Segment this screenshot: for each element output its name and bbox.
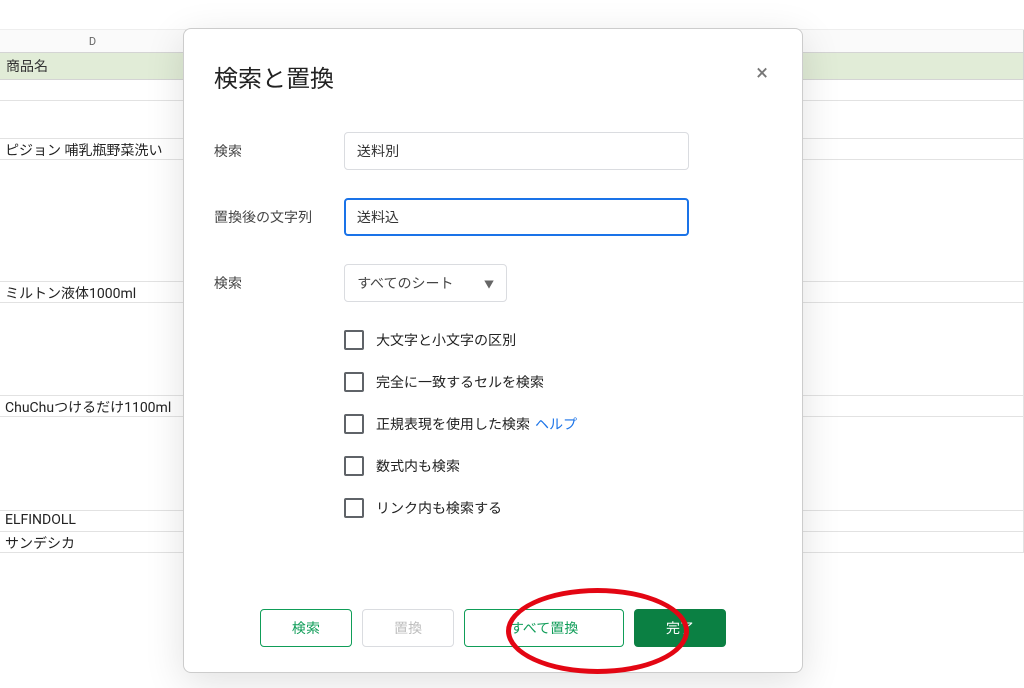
replace-label: 置換後の文字列	[214, 207, 344, 227]
match-entire-label: 完全に一致するセルを検索	[376, 372, 544, 392]
caret-down-icon: ▼	[484, 276, 494, 291]
cell[interactable]: ピジョン 哺乳瓶野菜洗い	[0, 139, 186, 160]
links-label: リンク内も検索する	[376, 498, 502, 518]
cell[interactable]: ELFINDOLL	[0, 511, 186, 532]
match-case-checkbox[interactable]	[344, 330, 364, 350]
formulas-label: 数式内も検索	[376, 456, 460, 476]
dialog-buttons: 検索 置換 すべて置換 完了	[184, 609, 802, 647]
toolbar	[0, 0, 1024, 30]
find-label: 検索	[214, 141, 344, 161]
replace-input[interactable]	[344, 198, 689, 236]
match-case-label: 大文字と小文字の区別	[376, 330, 516, 350]
dialog-title: 検索と置換	[214, 59, 334, 94]
cell[interactable]	[0, 160, 186, 282]
cell[interactable]	[0, 80, 186, 101]
cell[interactable]	[0, 417, 186, 511]
match-entire-checkbox[interactable]	[344, 372, 364, 392]
cell[interactable]	[0, 303, 186, 396]
replace-all-button[interactable]: すべて置換	[464, 609, 624, 647]
links-checkbox[interactable]	[344, 498, 364, 518]
close-icon[interactable]: ×	[752, 59, 772, 89]
find-button[interactable]: 検索	[260, 609, 352, 647]
cell[interactable]: ChuChuつけるだけ1100ml	[0, 396, 186, 417]
regex-help-link[interactable]: ヘルプ	[535, 414, 577, 434]
replace-button: 置換	[362, 609, 454, 647]
cell[interactable]: サンデシカ	[0, 532, 186, 553]
cell-header-d[interactable]: 商品名	[0, 53, 186, 79]
search-scope-select[interactable]: すべてのシート ▼	[344, 264, 507, 302]
scope-label: 検索	[214, 273, 344, 293]
regex-checkbox[interactable]	[344, 414, 364, 434]
cell[interactable]: ミルトン液体1000ml	[0, 282, 186, 303]
scope-value: すべてのシート	[357, 273, 453, 293]
find-replace-dialog: 検索と置換 × 検索 置換後の文字列 検索 すべてのシート ▼ 大文字と小文字の…	[183, 28, 803, 673]
formulas-checkbox[interactable]	[344, 456, 364, 476]
cell[interactable]	[0, 101, 186, 139]
regex-label: 正規表現を使用した検索	[376, 414, 530, 434]
col-header-d[interactable]: D	[0, 30, 186, 52]
find-input[interactable]	[344, 132, 689, 170]
done-button[interactable]: 完了	[634, 609, 726, 647]
